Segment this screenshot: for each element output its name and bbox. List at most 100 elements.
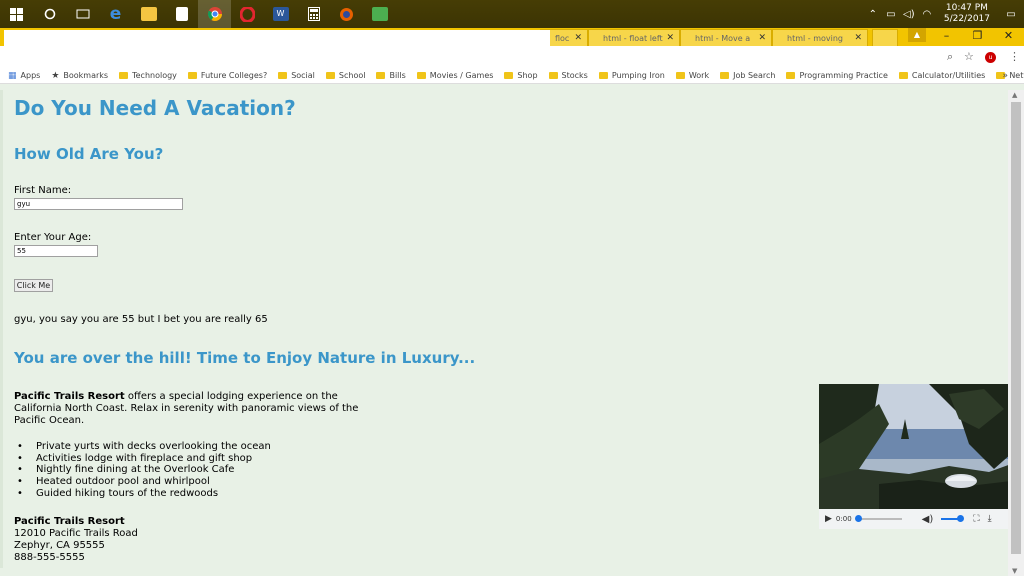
close-icon[interactable]: ✕	[574, 33, 582, 43]
folder-icon	[325, 72, 335, 79]
tab-title: floc	[555, 34, 570, 43]
progress-thumb	[854, 515, 862, 522]
bookmark-folder[interactable]: Movies / Games	[416, 71, 493, 80]
browser-tab[interactable]: html - float left ✕	[588, 29, 680, 46]
minimize-icon[interactable]: –	[931, 28, 962, 46]
bookmarks-bar: ▦ Apps ★ Bookmarks Technology Future Colle…	[0, 68, 1024, 84]
close-icon[interactable]: ✕	[666, 33, 674, 43]
notepad-icon[interactable]	[363, 0, 396, 28]
bookmark-folder[interactable]: Work	[675, 71, 709, 80]
active-tab-blank	[4, 30, 550, 52]
bookmark-folder[interactable]: Network testout	[996, 71, 1024, 80]
feature-list: Private yurts with decks overlooking the…	[14, 441, 271, 500]
task-view-icon[interactable]	[66, 0, 99, 28]
word-icon[interactable]: W	[264, 0, 297, 28]
folder-icon	[416, 72, 426, 79]
folder-icon	[720, 72, 730, 79]
volume-slider[interactable]	[941, 515, 965, 522]
calculator-icon[interactable]	[297, 0, 330, 28]
edge-icon[interactable]: e	[99, 0, 132, 28]
bookmark-folder[interactable]: Programming Practice	[786, 71, 888, 80]
age-label: Enter Your Age:	[14, 232, 92, 243]
action-center-icon[interactable]: ▭	[998, 9, 1024, 20]
bookmark-folder[interactable]: Shop	[504, 71, 538, 80]
scroll-down-icon[interactable]: ▼	[1012, 567, 1017, 575]
bookmark-folder[interactable]: Social	[278, 71, 315, 80]
resort-name: Pacific Trails Resort	[14, 391, 125, 402]
scroll-up-icon[interactable]: ▲	[1012, 91, 1017, 99]
taskbar: e W ⌃ ▭ ◁) ◠ 10:47 PM 5/22/2017 ▭	[0, 0, 1024, 28]
chrome-icon[interactable]	[198, 0, 231, 28]
folder-icon	[119, 72, 129, 79]
address-name: Pacific Trails Resort	[14, 516, 125, 527]
wifi-icon[interactable]: ◠	[918, 9, 936, 20]
bookmark-bookmarks[interactable]: ★ Bookmarks	[51, 71, 108, 81]
volume-icon[interactable]: ◀)	[922, 514, 934, 525]
close-icon[interactable]: ✕	[758, 33, 766, 43]
list-item: Activities lodge with fireplace and gift…	[14, 453, 271, 465]
bookmark-star-icon[interactable]: ☆	[964, 50, 974, 63]
bookmark-folder[interactable]: Technology	[119, 71, 177, 80]
address-city: Zephyr, CA 95555	[14, 540, 105, 551]
video-time: 0:00	[835, 515, 852, 523]
page-title: Do You Need A Vacation?	[14, 96, 296, 120]
zoom-icon[interactable]: ⌕	[947, 50, 953, 64]
play-icon[interactable]: ▶	[825, 514, 832, 524]
ublock-icon[interactable]: u	[985, 52, 996, 63]
chevron-up-icon[interactable]: ⌃	[864, 9, 882, 20]
bookmark-folder[interactable]: Stocks	[548, 71, 588, 80]
list-item: Heated outdoor pool and whirlpool	[14, 476, 271, 488]
list-item: Nightly fine dining at the Overlook Cafe	[14, 464, 271, 476]
clock[interactable]: 10:47 PM 5/22/2017	[936, 3, 998, 25]
cortana-icon[interactable]	[33, 0, 66, 28]
windows-start-icon[interactable]	[0, 0, 33, 28]
more-bookmarks-icon[interactable]: »	[1002, 71, 1008, 81]
browser-tab[interactable]: html - moving ✕	[772, 29, 868, 46]
file-explorer-icon[interactable]	[132, 0, 165, 28]
download-icon[interactable]: ⤓	[988, 514, 992, 524]
opera-icon[interactable]	[231, 0, 264, 28]
age-input[interactable]	[14, 245, 98, 257]
hill-headline: You are over the hill! Time to Enjoy Nat…	[14, 349, 476, 367]
folder-icon	[786, 72, 796, 79]
close-icon[interactable]: ✕	[854, 33, 862, 43]
bookmark-folder[interactable]: Bills	[376, 71, 406, 80]
apps-grid-icon: ▦	[8, 70, 17, 81]
video-progress-slider[interactable]	[854, 515, 902, 522]
menu-icon[interactable]: ⋮	[1009, 50, 1020, 63]
first-name-label: First Name:	[14, 185, 72, 196]
folder-icon	[898, 72, 908, 79]
new-tab-button[interactable]	[872, 29, 898, 46]
tab-title: html - float left	[603, 34, 663, 43]
bookmark-folder[interactable]: Calculator/Utilities	[898, 71, 985, 80]
video-controls: ▶ 0:00 ◀) ⛶ ⤓	[819, 509, 1008, 529]
scroll-thumb[interactable]	[1011, 102, 1021, 554]
maximize-icon[interactable]: ❐	[962, 28, 993, 46]
page-scrollbar[interactable]: ▲ ▼	[1008, 90, 1024, 576]
video-player[interactable]: ▶ 0:00 ◀) ⛶ ⤓	[819, 384, 1008, 529]
tab-title: html - moving	[787, 34, 843, 43]
click-me-button[interactable]: Click Me	[14, 279, 53, 292]
address-phone: 888-555-5555	[14, 552, 85, 563]
page-content: Do You Need A Vacation? How Old Are You?…	[0, 90, 1008, 568]
bookmark-apps[interactable]: ▦ Apps	[8, 71, 40, 81]
star-icon: ★	[51, 70, 60, 81]
volume-icon[interactable]: ◁)	[900, 9, 918, 20]
close-window-icon[interactable]: ✕	[993, 28, 1024, 46]
battery-icon[interactable]: ▭	[882, 9, 900, 20]
bookmark-folder[interactable]: Job Search	[720, 71, 775, 80]
fullscreen-icon[interactable]: ⛶	[973, 514, 979, 524]
window-controls: – ❐ ✕	[931, 28, 1024, 46]
bookmark-folder[interactable]: Future Colleges?	[187, 71, 267, 80]
list-item: Guided hiking tours of the redwoods	[14, 488, 271, 500]
bookmark-folder[interactable]: School	[325, 71, 365, 80]
browser-tab[interactable]: html - Move a ✕	[680, 29, 772, 46]
resort-address: Pacific Trails Resort 12010 Pacific Trai…	[14, 516, 138, 564]
profile-icon[interactable]: ▲	[908, 28, 926, 42]
bookmark-folder[interactable]: Pumping Iron	[598, 71, 665, 80]
first-name-input[interactable]	[14, 198, 183, 210]
firefox-icon[interactable]	[330, 0, 363, 28]
video-frame[interactable]	[819, 384, 1008, 509]
folder-icon	[548, 72, 558, 79]
store-icon[interactable]	[165, 0, 198, 28]
